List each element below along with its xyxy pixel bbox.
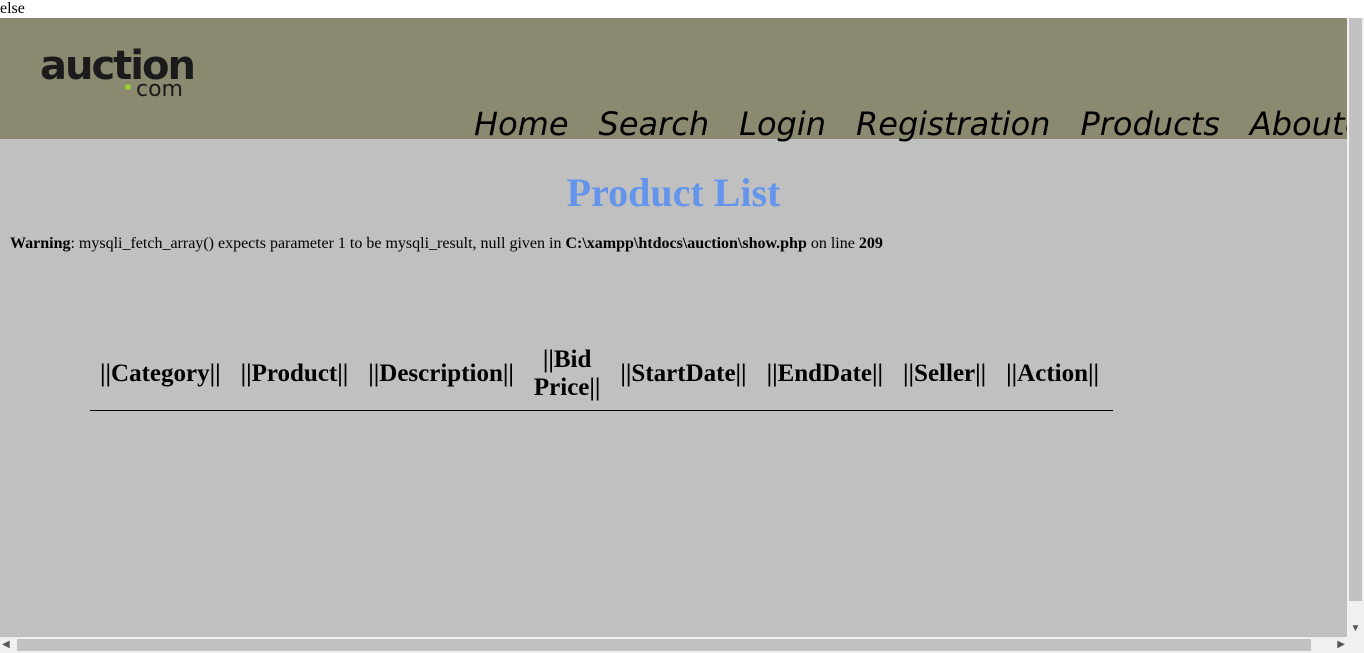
header-product: ||Product||	[240, 360, 349, 387]
product-table-container: ||Category|| ||Product|| ||Description||…	[90, 338, 1113, 411]
warning-on-line: on line	[806, 235, 859, 252]
site-header: auction com Home Search Login Registrati…	[0, 18, 1347, 143]
logo-dot-icon	[125, 84, 131, 90]
php-warning: Warning: mysqli_fetch_array() expects pa…	[10, 235, 883, 253]
warning-message: : mysqli_fetch_array() expects parameter…	[70, 235, 566, 252]
site-logo[interactable]: auction com	[40, 44, 200, 104]
nav-registration-link[interactable]: Registration	[856, 104, 1050, 144]
header-description: ||Description||	[368, 360, 514, 387]
scrollbar-corner	[1347, 637, 1364, 653]
header-category: ||Category||	[100, 360, 221, 387]
page-viewport: auction com Home Search Login Registrati…	[0, 18, 1347, 637]
nav-aboutus-link[interactable]: AboutUs	[1250, 104, 1347, 144]
horizontal-scroll-thumb[interactable]	[17, 639, 1311, 651]
logo-domain: com	[136, 77, 183, 102]
header-enddate: ||EndDate||	[766, 360, 884, 387]
scroll-left-arrow-icon[interactable]: ◀	[2, 637, 10, 653]
page-title: Product List	[566, 170, 781, 215]
vertical-scrollbar[interactable]: ▼	[1347, 18, 1364, 637]
nav-login-link[interactable]: Login	[739, 104, 826, 144]
header-action: ||Action||	[1006, 360, 1100, 387]
main-nav: Home Search Login Registration Products …	[474, 94, 1347, 144]
scroll-right-arrow-icon[interactable]: ▶	[1337, 637, 1345, 653]
warning-file-path: C:\xampp\htdocs\auction\show.php	[565, 235, 807, 252]
stray-output-text: else	[0, 0, 25, 17]
nav-search-link[interactable]: Search	[599, 104, 710, 144]
vertical-scroll-thumb[interactable]	[1349, 18, 1362, 601]
horizontal-scrollbar[interactable]: ◀ ▶	[0, 637, 1347, 653]
warning-label: Warning	[10, 235, 71, 252]
scroll-down-arrow-icon[interactable]: ▼	[1347, 623, 1364, 635]
table-header-row: ||Category|| ||Product|| ||Description||…	[90, 338, 1109, 410]
header-startdate: ||StartDate||	[620, 360, 747, 387]
nav-products-link[interactable]: Products	[1080, 104, 1219, 144]
header-bid-price: ||Bid Price||	[533, 346, 601, 401]
header-seller: ||Seller||	[903, 360, 987, 387]
nav-home-link[interactable]: Home	[474, 104, 569, 144]
product-table: ||Category|| ||Product|| ||Description||…	[90, 338, 1109, 410]
warning-line-number: 209	[858, 235, 883, 252]
